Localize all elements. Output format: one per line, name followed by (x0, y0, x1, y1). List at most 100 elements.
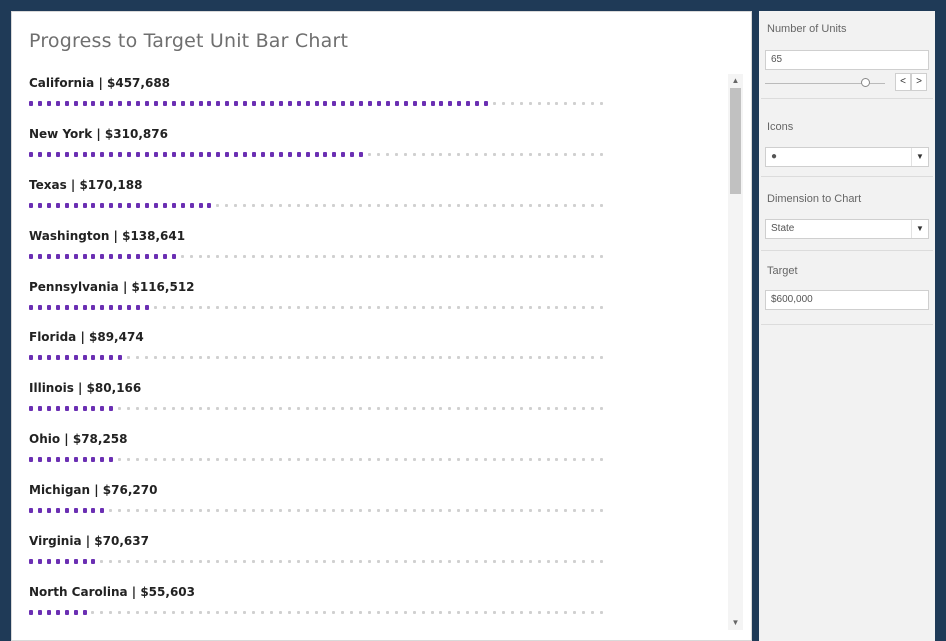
empty-unit (234, 254, 238, 258)
empty-unit (519, 254, 523, 258)
filled-unit (189, 202, 194, 208)
filled-unit (189, 151, 194, 157)
empty-unit (555, 407, 559, 411)
empty-unit (421, 305, 425, 309)
empty-unit (475, 152, 479, 156)
empty-unit (296, 407, 300, 411)
filled-unit (55, 202, 60, 208)
empty-unit (510, 560, 514, 564)
empty-unit (189, 254, 193, 258)
empty-unit (403, 560, 407, 564)
empty-unit (225, 356, 229, 360)
vertical-scrollbar[interactable]: ▲ ▼ (728, 74, 743, 630)
filled-unit (100, 355, 105, 361)
empty-unit (278, 305, 282, 309)
empty-unit (385, 305, 389, 309)
filled-unit (64, 304, 69, 310)
empty-unit (261, 254, 264, 258)
scroll-down-arrow-icon[interactable]: ▼ (728, 616, 743, 630)
filled-unit (37, 151, 42, 157)
empty-unit (234, 407, 238, 411)
empty-unit (582, 356, 586, 360)
filled-unit (73, 508, 78, 514)
dimension-title: Dimension to Chart (767, 193, 862, 205)
icons-dropdown[interactable]: ● ▼ (765, 147, 929, 167)
number-of-units-input[interactable]: 65 (765, 50, 929, 70)
empty-unit (153, 610, 157, 614)
empty-unit (314, 203, 318, 207)
icons-card: Icons ● ▼ (761, 107, 933, 177)
empty-unit (216, 509, 220, 513)
empty-unit (591, 610, 595, 614)
filled-unit (73, 406, 78, 412)
empty-unit (457, 407, 461, 411)
empty-unit (225, 509, 229, 513)
empty-unit (243, 509, 247, 513)
empty-unit (448, 509, 452, 513)
empty-unit (394, 152, 398, 156)
scroll-thumb[interactable] (730, 88, 741, 194)
empty-unit (207, 305, 211, 309)
empty-unit (278, 356, 282, 360)
empty-unit (510, 458, 514, 462)
chevron-down-icon[interactable]: ▼ (911, 220, 928, 238)
empty-unit (457, 509, 461, 513)
filled-unit (64, 202, 69, 208)
previous-value-button[interactable]: < (895, 73, 911, 91)
empty-unit (350, 254, 354, 258)
empty-unit (332, 610, 336, 614)
empty-unit (537, 407, 541, 411)
empty-unit (198, 560, 202, 564)
target-input[interactable]: $600,000 (765, 290, 929, 310)
filled-unit (180, 151, 185, 157)
filled-unit (171, 202, 176, 208)
filled-unit (91, 304, 96, 310)
empty-unit (109, 509, 113, 513)
row-label: Michigan | $76,270 (29, 483, 158, 498)
empty-unit (314, 509, 318, 513)
empty-unit (484, 356, 488, 360)
next-value-button[interactable]: > (911, 73, 927, 91)
empty-unit (341, 610, 345, 614)
number-of-units-slider[interactable] (765, 78, 885, 87)
empty-unit (385, 203, 389, 207)
empty-unit (582, 458, 586, 462)
filled-unit (91, 202, 96, 208)
empty-unit (484, 509, 488, 513)
filled-unit (29, 253, 33, 259)
empty-unit (466, 203, 470, 207)
filled-unit (118, 151, 123, 157)
filled-unit (118, 304, 123, 310)
filled-unit (287, 151, 292, 157)
chevron-down-icon[interactable]: ▼ (911, 148, 928, 166)
scroll-up-arrow-icon[interactable]: ▲ (728, 74, 743, 88)
empty-unit (564, 356, 568, 360)
unit-bar (29, 457, 609, 463)
empty-unit (546, 356, 550, 360)
dimension-dropdown[interactable]: State ▼ (765, 219, 929, 239)
empty-unit (207, 509, 211, 513)
empty-unit (91, 610, 95, 614)
unit-bar-row: Michigan | $76,270 (29, 481, 729, 532)
empty-unit (466, 610, 470, 614)
filled-unit (64, 355, 69, 361)
empty-unit (439, 509, 443, 513)
filled-unit (145, 304, 149, 310)
empty-unit (510, 152, 514, 156)
empty-unit (118, 560, 122, 564)
empty-unit (269, 458, 273, 462)
filled-unit (109, 457, 114, 463)
filled-unit (91, 101, 96, 106)
empty-unit (305, 610, 309, 614)
empty-unit (305, 203, 309, 207)
empty-unit (591, 407, 595, 411)
filled-unit (64, 406, 69, 412)
empty-unit (216, 254, 220, 258)
filled-unit (145, 101, 149, 106)
unit-bar (29, 355, 609, 361)
empty-unit (127, 560, 131, 564)
filled-unit (269, 151, 274, 157)
row-label: Texas | $170,188 (29, 177, 143, 192)
slider-thumb[interactable] (860, 78, 870, 87)
empty-unit (207, 254, 211, 258)
